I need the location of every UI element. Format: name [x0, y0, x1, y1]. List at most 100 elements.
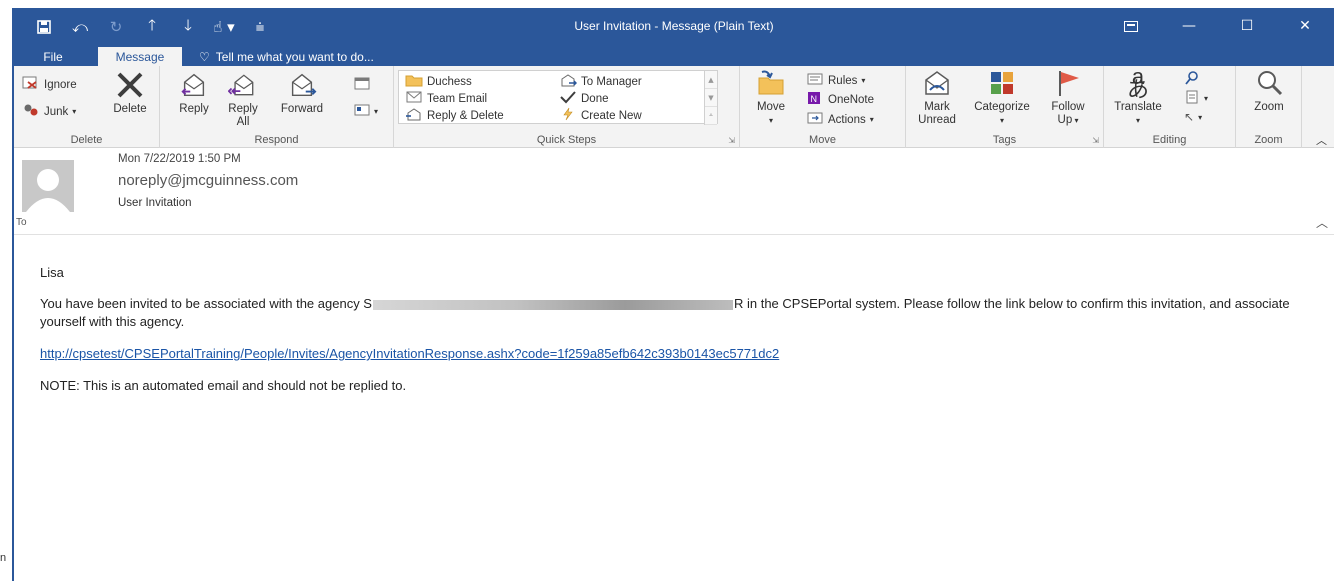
magnifier-icon — [1254, 68, 1284, 98]
delete-x-icon — [115, 70, 145, 100]
select-button[interactable]: ↖ ▾ — [1184, 110, 1202, 124]
meeting-button[interactable] — [354, 76, 370, 93]
lightbulb-icon: ♡ — [199, 49, 210, 64]
related-button[interactable]: ▾ — [1184, 90, 1208, 107]
greeting: Lisa — [40, 265, 64, 280]
onenote-button[interactable]: N OneNote — [806, 91, 874, 108]
zoom-button[interactable]: Zoom — [1244, 68, 1294, 114]
onenote-icon: N — [806, 91, 824, 108]
avatar — [22, 160, 74, 212]
dropdown-icon: ▾ — [768, 116, 773, 125]
maximize-icon[interactable]: ☐ — [1218, 8, 1276, 44]
dropdown-icon: ▾ — [1198, 112, 1203, 122]
group-label-editing: Editing — [1152, 134, 1187, 146]
to-label: To — [16, 217, 27, 228]
junk-icon — [22, 103, 40, 120]
expand-gallery-icon[interactable]: ⩡ — [705, 107, 717, 125]
dropdown-icon: ▾ — [869, 115, 874, 124]
find-button[interactable] — [1184, 70, 1200, 89]
quick-step-create-new[interactable]: Create New — [559, 107, 642, 124]
dropdown-icon: ▾ — [999, 116, 1004, 125]
lightning-icon — [559, 107, 577, 124]
ignore-button[interactable]: Ignore — [22, 76, 77, 93]
dropdown-icon: ▾ — [72, 107, 77, 116]
flag-icon — [1053, 68, 1083, 98]
ignore-icon — [22, 76, 40, 93]
ribbon-tab-row: File Message ♡ Tell me what you want to … — [14, 44, 1334, 66]
dialog-launcher-icon[interactable]: ⇲ — [728, 136, 735, 145]
team-email-icon — [405, 90, 423, 107]
minimize-icon[interactable]: — — [1160, 8, 1218, 44]
invitation-link[interactable]: http://cpsetest/CPSEPortalTraining/Peopl… — [40, 345, 1310, 363]
dropdown-icon: ▾ — [861, 76, 866, 85]
redacted-agency-name — [372, 299, 733, 310]
zoom-group: Zoom Zoom — [1236, 66, 1302, 148]
sender-address[interactable]: noreply@jmcguinness.com — [118, 172, 298, 189]
message-subject: User Invitation — [118, 197, 192, 209]
forward-button[interactable]: Forward — [274, 70, 330, 116]
translate-button[interactable]: aあ Translate ▾ — [1110, 64, 1166, 127]
tab-file[interactable]: File — [28, 47, 78, 66]
dropdown-icon: ▾ — [1072, 116, 1079, 125]
collapse-ribbon-icon[interactable]: ︿ — [1316, 132, 1327, 148]
reply-all-icon — [228, 70, 258, 100]
move-group: Move ▾ Rules ▾ N OneNote Actions ▾ Move — [740, 66, 906, 148]
group-label-zoom: Zoom — [1254, 134, 1283, 146]
svg-text:N: N — [811, 94, 818, 104]
rules-icon — [806, 72, 824, 89]
close-icon[interactable]: ✕ — [1276, 8, 1334, 44]
quick-step-done[interactable]: Done — [559, 90, 609, 107]
checkmark-icon — [559, 90, 577, 107]
automated-note: NOTE: This is an automated email and sho… — [40, 378, 407, 393]
find-icon — [1184, 70, 1200, 89]
quick-step-team-email[interactable]: Team Email — [405, 90, 487, 107]
more-respond-button[interactable]: ▾ — [354, 103, 378, 120]
mark-unread-icon — [922, 68, 952, 98]
folder-icon — [405, 73, 423, 90]
reply-button[interactable]: Reply — [172, 70, 216, 116]
paragraph-start: You have been invited to be associated w… — [40, 296, 372, 311]
background-heading-fragment-icon — [800, 0, 1040, 8]
respond-group: Reply Reply All Forward ▾ Respond — [160, 66, 394, 148]
message-date: Mon 7/22/2019 1:50 PM — [118, 153, 241, 165]
quick-step-reply-delete[interactable]: Reply & Delete — [405, 107, 504, 124]
to-manager-icon — [559, 73, 578, 90]
move-button[interactable]: Move ▾ — [746, 68, 796, 127]
quick-steps-group: Duchess Team Email Reply & Delete To Man… — [394, 66, 740, 148]
message-header: Mon 7/22/2019 1:50 PM noreply@jmcguinnes… — [14, 148, 1334, 235]
categorize-button[interactable]: Categorize ▾ — [966, 68, 1038, 127]
scroll-down-icon[interactable]: ▼ — [705, 89, 717, 107]
actions-button[interactable]: Actions ▾ — [806, 111, 874, 128]
group-label-move: Move — [809, 134, 836, 146]
ribbon-display-options-icon[interactable] — [1102, 8, 1160, 44]
dropdown-icon: ▾ — [1204, 94, 1209, 103]
scroll-up-icon[interactable]: ▲ — [705, 71, 717, 89]
dialog-launcher-icon[interactable]: ⇲ — [1092, 136, 1099, 145]
reply-all-button[interactable]: Reply All — [220, 70, 266, 129]
mark-unread-button[interactable]: Mark Unread — [910, 68, 964, 127]
more-respond-icon — [354, 103, 370, 120]
invitation-paragraph: You have been invited to be associated w… — [40, 295, 1310, 331]
move-folder-icon — [756, 68, 786, 98]
delete-button[interactable]: Delete — [106, 70, 154, 116]
outlook-message-window: ⤺ ↻ 🡑 🡓 ☝ ▾ ⩧ User Invitation - Message … — [12, 8, 1334, 581]
dropdown-icon: ▾ — [374, 107, 379, 116]
cursor-icon: ↖ — [1184, 110, 1195, 124]
invitation-link-text[interactable]: http://cpsetest/CPSEPortalTraining/Peopl… — [40, 346, 779, 361]
follow-up-label-2: Up — [1057, 114, 1073, 126]
collapse-header-icon[interactable]: ︿ — [1316, 214, 1328, 231]
follow-up-button[interactable]: Follow Up ▾ — [1042, 68, 1094, 127]
meeting-icon — [354, 76, 370, 93]
tell-me-box[interactable]: ♡ Tell me what you want to do... — [199, 47, 449, 66]
related-icon — [1184, 90, 1200, 107]
quick-step-duchess[interactable]: Duchess — [405, 73, 472, 90]
quick-steps-scrollbar[interactable]: ▲ ▼ ⩡ — [704, 71, 717, 125]
junk-button[interactable]: Junk ▾ — [22, 103, 76, 120]
tab-message[interactable]: Message — [98, 47, 182, 66]
rules-button[interactable]: Rules ▾ — [806, 72, 865, 89]
title-bar: ⤺ ↻ 🡑 🡓 ☝ ▾ ⩧ User Invitation - Message … — [14, 8, 1334, 44]
translate-icon: aあ — [1126, 64, 1149, 102]
quick-step-to-manager[interactable]: To Manager — [559, 73, 642, 90]
group-label-delete: Delete — [70, 134, 103, 146]
quick-steps-gallery: Duchess Team Email Reply & Delete To Man… — [398, 70, 718, 125]
